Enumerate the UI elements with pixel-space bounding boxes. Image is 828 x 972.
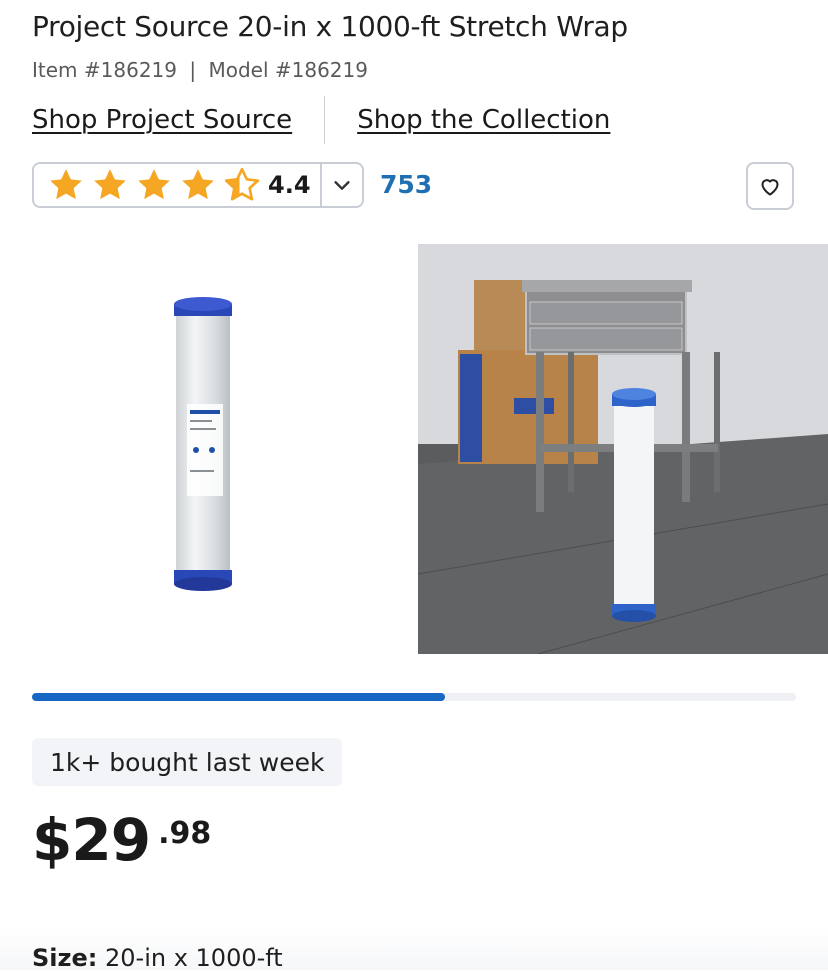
gallery-progress-fill — [32, 693, 445, 701]
product-image-scene[interactable] — [417, 244, 828, 655]
rating-value: 4.4 — [268, 171, 311, 199]
item-number: Item #186219 — [32, 58, 177, 82]
star-full-icon — [50, 169, 82, 200]
star-full-icon — [182, 169, 214, 200]
price-cents: .98 — [158, 816, 212, 851]
star-partial-icon — [224, 167, 260, 201]
star-full-icon — [138, 169, 170, 200]
link-divider — [324, 96, 326, 144]
star-full-icon — [94, 169, 126, 200]
product-meta: Item #186219 | Model #186219 — [32, 58, 368, 82]
size-selector[interactable]: Size: 20-in x 1000-ft — [32, 944, 283, 972]
rating-dropdown-toggle[interactable] — [320, 164, 362, 206]
size-label: Size: — [32, 944, 98, 972]
favorite-button[interactable] — [746, 162, 794, 210]
review-count-link[interactable]: 753 — [380, 170, 432, 199]
size-value: 20-in x 1000-ft — [105, 944, 283, 972]
shop-collection-link[interactable]: Shop the Collection — [357, 105, 610, 135]
chevron-down-icon — [334, 181, 350, 190]
price-dollars: $29 — [32, 806, 151, 874]
rating-stars — [34, 165, 262, 205]
stretch-wrap-roll-image — [174, 297, 232, 591]
meta-separator: | — [189, 58, 197, 82]
wrapped-table-scene-image — [417, 244, 828, 655]
brand-links: Shop Project Source Shop the Collection — [32, 96, 610, 144]
model-number: Model #186219 — [208, 58, 368, 82]
product-gallery[interactable] — [0, 244, 828, 655]
shop-brand-link[interactable]: Shop Project Source — [32, 105, 292, 135]
gallery-progress-track — [32, 693, 796, 701]
heart-icon — [761, 179, 779, 196]
price: $29 .98 — [32, 806, 211, 874]
social-proof-badge: 1k+ bought last week — [32, 738, 343, 786]
rating-widget[interactable]: 4.4 — [32, 162, 364, 208]
product-title: Project Source 20-in x 1000-ft Stretch W… — [32, 10, 628, 43]
product-image-roll[interactable] — [0, 244, 410, 654]
